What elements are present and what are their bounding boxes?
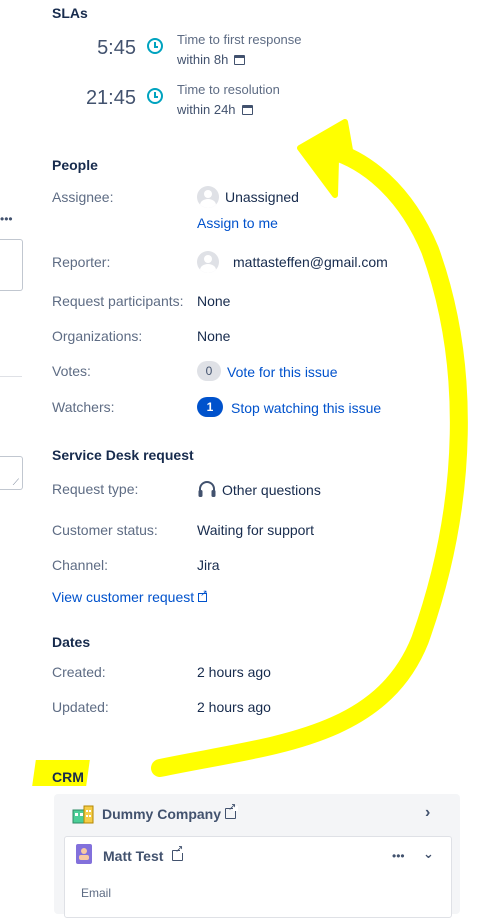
email-label: Email <box>81 886 112 900</box>
participants-label: Request participants: <box>52 293 184 309</box>
channel-value: Jira <box>197 557 220 573</box>
watchers-count-badge: 1 <box>197 397 223 417</box>
votes-count-badge: 0 <box>197 361 221 381</box>
organizations-value[interactable]: None <box>197 328 230 344</box>
contact-more-icon[interactable]: ••• <box>392 849 405 863</box>
external-link-icon <box>198 588 208 602</box>
vote-link[interactable]: Vote for this issue <box>227 364 338 380</box>
updated-label: Updated: <box>52 699 109 715</box>
sla-heading: SLAs <box>52 5 88 21</box>
updated-value: 2 hours ago <box>197 699 271 715</box>
sla-resolution-time: 21:45 <box>85 87 136 109</box>
assignee-avatar <box>197 186 219 208</box>
sla-first-response-target: within 8h <box>177 52 246 67</box>
created-label: Created: <box>52 664 106 680</box>
sla-first-response-title: Time to first response <box>177 32 302 47</box>
view-customer-request-link[interactable]: View customer request <box>52 588 208 605</box>
sla-first-response-time: 5:45 <box>97 37 136 59</box>
sla-resolution-target: within 24h <box>177 102 253 117</box>
crm-heading: CRM <box>52 769 84 785</box>
more-actions-icon[interactable]: ••• <box>0 212 13 226</box>
customer-status-value: Waiting for support <box>197 522 314 538</box>
dates-heading: Dates <box>52 634 91 650</box>
calendar-icon <box>241 105 253 115</box>
request-type-label: Request type: <box>52 481 139 497</box>
clock-icon <box>147 38 163 54</box>
request-type-value[interactable]: Other questions <box>222 482 321 498</box>
votes-label: Votes: <box>52 363 91 379</box>
contact-card-icon <box>76 844 92 864</box>
assignee-value[interactable]: Unassigned <box>225 189 299 205</box>
open-company-icon[interactable] <box>225 802 238 819</box>
reporter-label: Reporter: <box>52 254 111 270</box>
company-building-icon <box>72 805 94 824</box>
clock-icon <box>147 88 163 104</box>
organizations-label: Organizations: <box>52 328 143 344</box>
left-textarea[interactable]: ⟋ <box>0 456 23 490</box>
company-name-link[interactable]: Dummy Company <box>102 806 221 822</box>
created-value: 2 hours ago <box>197 664 271 680</box>
assignee-label: Assignee: <box>52 189 114 205</box>
customer-status-label: Customer status: <box>52 522 158 538</box>
left-text-field[interactable] <box>0 239 23 291</box>
reporter-value[interactable]: mattasteffen@gmail.com <box>233 254 388 270</box>
chevron-right-icon[interactable]: › <box>425 804 430 822</box>
watchers-label: Watchers: <box>52 399 115 415</box>
left-divider <box>0 376 22 377</box>
resize-handle-icon[interactable]: ⟋ <box>13 477 19 488</box>
contact-name-link[interactable]: Matt Test <box>103 848 163 864</box>
reporter-avatar <box>197 251 219 273</box>
headset-icon <box>198 481 216 497</box>
assign-to-me-link[interactable]: Assign to me <box>197 215 278 231</box>
participants-value[interactable]: None <box>197 293 230 309</box>
chevron-down-icon[interactable]: ⌄ <box>423 846 434 862</box>
calendar-icon <box>234 55 246 65</box>
people-heading: People <box>52 157 98 173</box>
stop-watching-link[interactable]: Stop watching this issue <box>231 400 381 416</box>
channel-label: Channel: <box>52 557 109 573</box>
sla-resolution-title: Time to resolution <box>177 82 280 97</box>
open-contact-icon[interactable] <box>172 844 185 861</box>
service-desk-heading: Service Desk request <box>52 447 194 463</box>
